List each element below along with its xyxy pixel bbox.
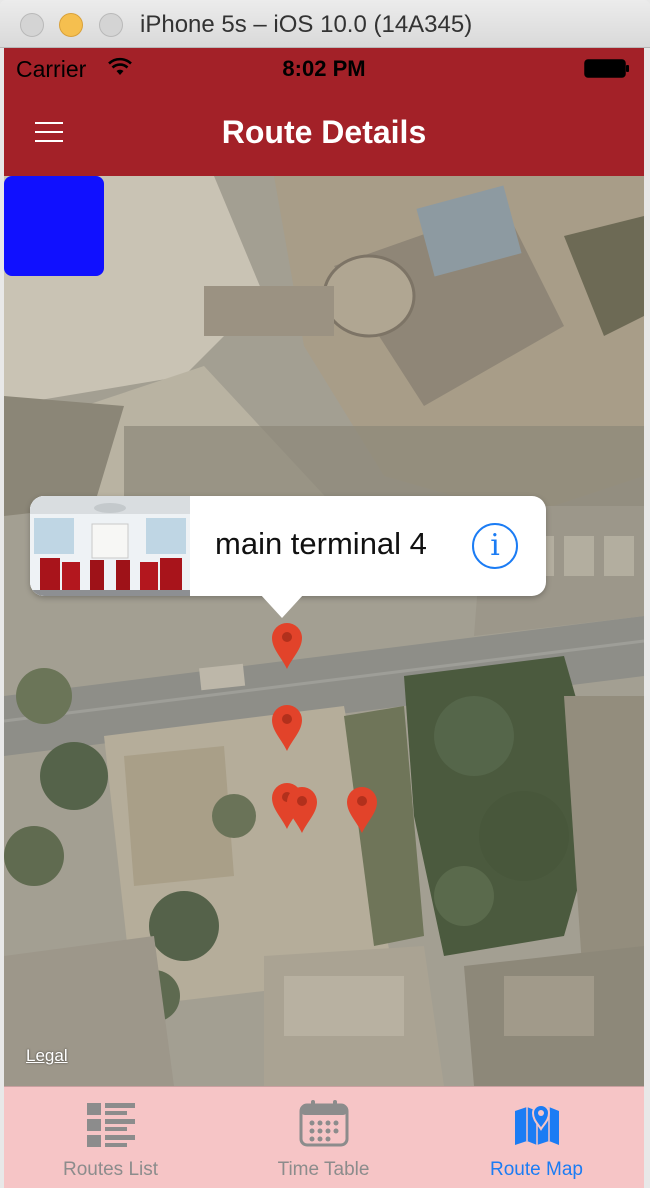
close-window-button[interactable] [20,13,44,37]
page-title: Route Details [221,114,427,150]
map-pin-icon[interactable] [286,786,318,834]
satellite-imagery [4,176,644,1086]
window-title: iPhone 5s – iOS 10.0 (14A345) [140,11,473,38]
tab-label: Route Map [490,1159,583,1180]
calendar-icon [299,1100,349,1147]
legal-link[interactable]: Legal [26,1046,68,1066]
tab-label: Time Table [277,1159,370,1180]
window-titlebar: iPhone 5s – iOS 10.0 (14A345) [0,0,650,48]
battery-icon [584,59,629,78]
minimize-window-button[interactable] [59,13,83,37]
annotation-callout[interactable]: main terminal 4 i [30,496,546,618]
map-pin-icon[interactable] [346,786,378,834]
map-pin-icon[interactable] [271,704,303,752]
overlay-square-button[interactable] [4,176,104,276]
simulator-window: iPhone 5s – iOS 10.0 (14A345) Carrier 8:… [0,0,650,1188]
status-time: 8:02 PM [282,56,366,81]
tab-bar: Routes List Time Table Route Map [4,1086,644,1188]
map-pin-icon [515,1104,559,1145]
list-icon [87,1103,135,1147]
satellite-map[interactable]: main terminal 4 i Legal [4,176,644,1086]
status-bar: Carrier 8:02 PM [4,48,644,88]
map-pin-icon[interactable] [271,622,303,670]
navigation-bar: Route Details [4,88,644,176]
tab-label: Routes List [62,1159,159,1180]
tab-time-table[interactable]: Time Table [217,1087,430,1188]
callout-title: main terminal 4 [215,526,427,561]
device-screen: Carrier 8:02 PM Route Details main termi… [4,48,644,1188]
info-icon[interactable]: i [472,523,518,569]
tab-route-map[interactable]: Route Map [430,1087,643,1188]
zoom-window-button[interactable] [99,13,123,37]
bus-interior-thumbnail [30,496,190,596]
tab-routes-list[interactable]: Routes List [4,1087,217,1188]
callout-pointer [260,594,304,618]
